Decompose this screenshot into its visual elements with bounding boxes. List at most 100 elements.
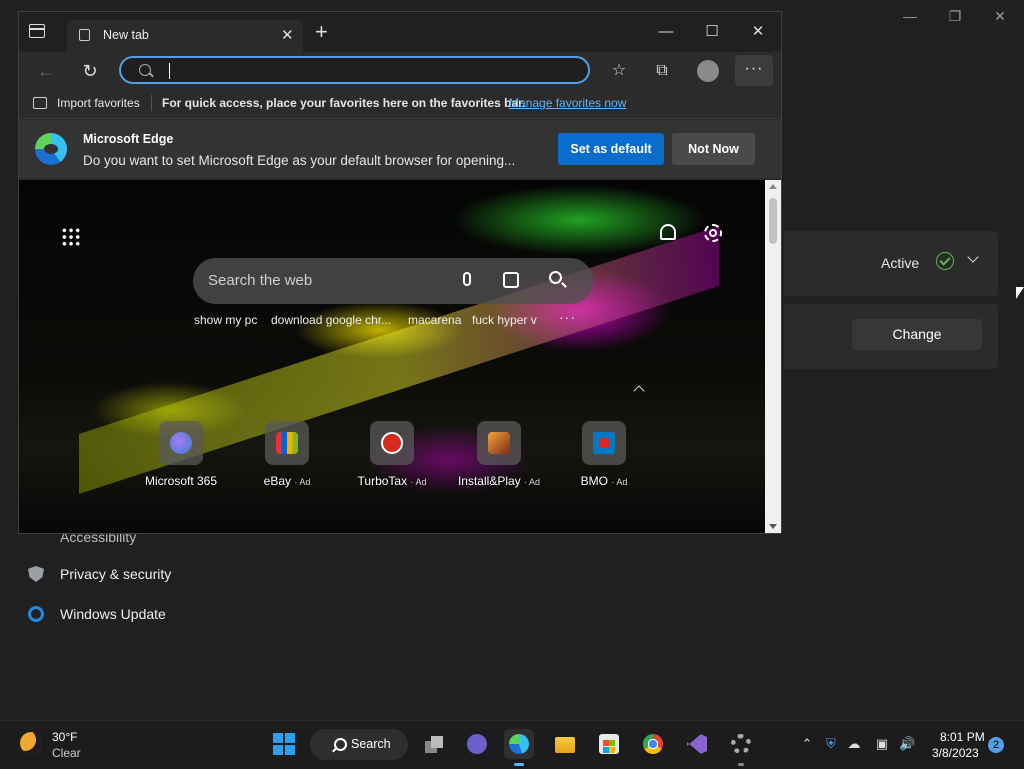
new-tab-button[interactable]: + [315,21,328,43]
collections-icon[interactable]: ⧉ [651,60,673,82]
taskbar-search-label: Search [351,737,391,751]
scroll-up-arrow-icon[interactable] [769,184,777,189]
mouse-cursor-icon [1016,287,1024,299]
import-favorites-button[interactable]: Import favorites [57,96,140,110]
volume-icon[interactable]: 🔊 [899,737,915,751]
search-suggestion[interactable]: macarena [408,313,461,327]
new-tab-page: Search the web show my pc download googl… [19,180,765,533]
favorites-bar: Import favorites For quick access, place… [19,90,781,119]
banner-title: Microsoft Edge [83,132,174,146]
chrome-button[interactable] [638,729,668,759]
scroll-down-arrow-icon[interactable] [769,524,777,529]
manage-favorites-link[interactable]: Manage favorites now [509,96,626,110]
tab-actions-icon[interactable] [29,24,45,38]
visual-search-icon[interactable] [503,272,519,288]
default-browser-banner: Microsoft Edge Do you want to set Micros… [19,120,781,178]
edge-logo-icon [35,133,67,165]
activation-card[interactable]: Active [784,231,998,296]
search-suggestion[interactable]: fuck hyper v [472,313,537,327]
quick-link-tile[interactable]: Microsoft 365 [126,421,236,488]
microsoft-store-button[interactable] [594,729,624,759]
new-tab-page-icon [79,29,90,41]
folder-icon [555,737,575,753]
taskbar: 30°F Clear Search ⌃ ⛨ ☁ ▣ 🔊 8:01 PM 3/8/… [0,720,1024,769]
tab-new-tab[interactable]: New tab ✕ [67,20,303,52]
browser-toolbar: ← ↻ ☆ ⧉ ··· [19,52,781,90]
activation-status-label: Active [881,255,920,271]
taskbar-edge-button[interactable] [504,729,534,766]
settings-and-more-button[interactable]: ··· [735,55,773,86]
weather-temperature: 30°F [52,730,78,744]
clock-time: 8:01 PM [940,730,985,744]
refresh-icon[interactable]: ↻ [79,60,101,82]
chevron-up-icon[interactable]: ⌃ [800,737,814,751]
teams-chat-button[interactable] [462,729,492,759]
check-circle-icon [936,252,954,270]
search-icon [334,738,347,751]
maximize-button[interactable]: ☐ [697,20,727,44]
text-caret [169,63,170,79]
windows-security-shield-icon[interactable]: ⛨ [824,737,838,751]
sidebar-item-label: Windows Update [60,606,166,622]
weather-condition: Clear [52,746,81,760]
search-suggestion[interactable]: download google chr... [271,313,391,327]
notification-badge[interactable]: 2 [988,737,1004,753]
close-window-button[interactable]: ✕ [743,20,773,44]
sidebar-item-privacy[interactable]: Privacy & security [28,563,171,585]
turbotax-icon [370,421,414,465]
taskbar-search-button[interactable]: Search [310,729,408,760]
sidebar-item-windows-update[interactable]: Windows Update [28,603,166,625]
microsoft-365-icon [159,421,203,465]
banner-message: Do you want to set Microsoft Edge as you… [83,153,516,168]
ebay-icon [265,421,309,465]
taskbar-settings-button[interactable] [726,729,756,766]
search-icon[interactable] [549,271,562,284]
settings-maximize-button[interactable]: ❐ [943,6,967,26]
tile-glyph [276,432,298,454]
divider [151,95,152,111]
import-favorites-icon[interactable] [33,97,47,109]
quick-link-tile[interactable]: eBay · Ad [232,421,342,488]
teams-chat-icon [467,734,487,754]
windows-update-icon [28,606,44,622]
network-icon[interactable]: ▣ [875,737,889,751]
app-launcher-grid-icon[interactable] [61,227,81,247]
minimize-button[interactable]: — [651,20,681,44]
not-now-button[interactable]: Not Now [672,133,755,165]
start-button[interactable] [269,729,299,759]
task-view-button[interactable] [418,729,448,759]
set-as-default-button[interactable]: Set as default [558,133,664,165]
moon-weather-icon [20,732,42,754]
tile-glyph [488,432,510,454]
chevron-up-icon[interactable] [633,385,645,397]
page-scrollbar[interactable] [765,180,781,533]
chevron-down-icon[interactable] [967,251,979,263]
address-bar[interactable] [119,56,590,84]
change-button[interactable]: Change [852,319,982,350]
quick-link-tile[interactable]: Install&Play · Ad [444,421,554,488]
quick-link-tile[interactable]: TurboTax · Ad [337,421,447,488]
search-icon [139,64,151,76]
store-icon [599,734,619,754]
edge-browser-window: New tab ✕ + — ☐ ✕ ← ↻ ☆ ⧉ ··· Import fav… [18,11,782,534]
back-arrow-icon[interactable]: ← [35,60,57,82]
settings-close-button[interactable]: ✕ [988,6,1012,26]
quick-link-tile[interactable]: BMO · Ad [549,421,659,488]
web-search-box[interactable]: Search the web [193,258,593,304]
gear-settings-icon[interactable] [704,224,722,242]
profile-avatar-icon[interactable] [697,60,719,82]
search-suggestion[interactable]: show my pc [194,313,257,327]
favorites-star-icon[interactable]: ☆ [608,60,630,82]
scrollbar-thumb[interactable] [769,198,777,244]
visual-studio-button[interactable] [682,729,712,759]
onedrive-cloud-icon[interactable]: ☁ [847,737,861,751]
more-suggestions-icon[interactable]: ··· [559,309,576,325]
file-explorer-button[interactable] [550,729,580,759]
settings-minimize-button[interactable]: — [898,6,922,26]
tile-label: TurboTax · Ad [357,474,427,488]
tile-label: BMO · Ad [580,474,628,488]
close-tab-icon[interactable]: ✕ [281,26,294,44]
bell-notifications-icon[interactable] [660,224,676,240]
web-search-input[interactable]: Search the web [208,272,312,289]
microphone-icon[interactable] [463,272,471,286]
